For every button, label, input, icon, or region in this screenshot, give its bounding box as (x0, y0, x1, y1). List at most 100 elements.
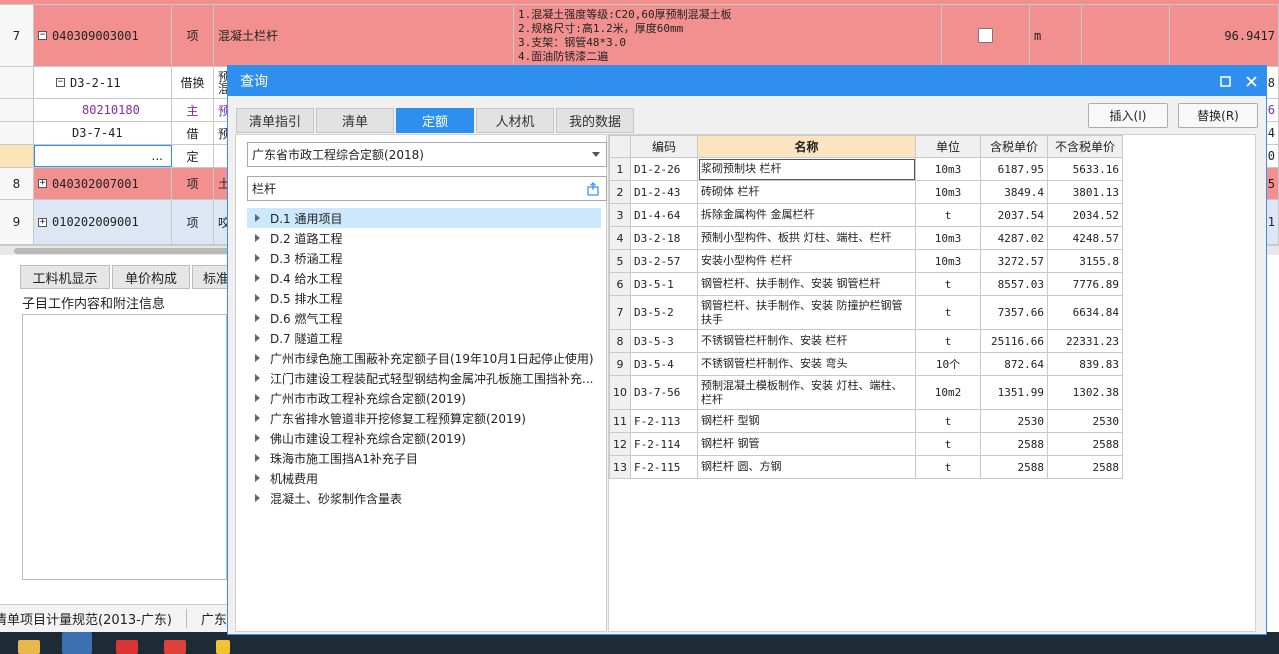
tree-item[interactable]: 混凝土、砂浆制作含量表 (247, 488, 601, 508)
cell-unit[interactable]: t (915, 329, 981, 353)
cell-name[interactable]: 砖砌体 栏杆 (697, 180, 916, 204)
row-code[interactable]: 80210180 (34, 99, 172, 121)
tree-item[interactable]: 江门市建设工程装配式轻型钢结构金属冲孔板施工围挡补充... (247, 368, 601, 388)
cell-notax-price[interactable]: 4248.57 (1047, 226, 1123, 250)
tab-price-composition[interactable]: 单价构成 (112, 265, 190, 289)
cell-unit[interactable]: 10m3 (915, 157, 981, 181)
expand-arrow-icon[interactable] (255, 334, 260, 342)
cell-tax-price[interactable]: 4287.02 (980, 226, 1048, 250)
expand-icon[interactable]: + (38, 217, 47, 227)
cell-name[interactable]: 预制小型构件、板拱 灯柱、端柱、栏杆 (697, 226, 916, 250)
cell-code[interactable]: D3-2-18 (630, 226, 698, 250)
collapse-icon[interactable]: − (38, 31, 47, 40)
tree-item[interactable]: 广州市市政工程补充综合定额(2019) (247, 388, 601, 408)
tab-my-data[interactable]: 我的数据 (556, 108, 634, 133)
row-checkbox[interactable] (978, 28, 993, 43)
cell-code[interactable]: D1-4-64 (630, 203, 698, 227)
cell-name[interactable]: 不锈钢管栏杆制作、安装 弯头 (697, 352, 916, 376)
table-row[interactable]: 13 F-2-115 钢栏杆 圆、方钢 t 2588 2588 (609, 455, 1123, 479)
tree-item[interactable]: 佛山市建设工程补充综合定额(2019) (247, 428, 601, 448)
code-input[interactable]: ... (34, 145, 172, 167)
cell-notax-price[interactable]: 2588 (1047, 455, 1123, 479)
library-select[interactable]: 广东省市政工程综合定额(2018) (247, 142, 607, 167)
cell-name[interactable]: 预制混凝土模板制作、安装 灯柱、端柱、栏杆 (697, 375, 916, 410)
table-row[interactable]: 3 D1-4-64 拆除金属构件 金属栏杆 t 2037.54 2034.52 (609, 203, 1123, 227)
cell-notax-price[interactable]: 2588 (1047, 432, 1123, 456)
expand-arrow-icon[interactable] (255, 454, 260, 462)
cell-tax-price[interactable]: 3272.57 (980, 249, 1048, 273)
table-row[interactable]: 9 D3-5-4 不锈钢管栏杆制作、安装 弯头 10个 872.64 839.83 (609, 352, 1123, 376)
table-row[interactable]: 5 D3-2-57 安装小型构件 栏杆 10m3 3272.57 3155.8 (609, 249, 1123, 273)
app-work-icon[interactable] (164, 640, 186, 654)
cell-notax-price[interactable]: 22331.23 (1047, 329, 1123, 353)
close-button[interactable] (1238, 66, 1264, 96)
cell-unit[interactable]: 10个 (915, 352, 981, 376)
cell-unit[interactable]: t (915, 272, 981, 296)
expand-icon[interactable]: + (38, 179, 47, 188)
replace-button[interactable]: 替换(R) (1178, 103, 1258, 128)
table-row[interactable]: 12 F-2-114 钢栏杆 钢管 t 2588 2588 (609, 432, 1123, 456)
expand-arrow-icon[interactable] (255, 434, 260, 442)
cell-unit[interactable]: t (915, 203, 981, 227)
cell-name[interactable]: 拆除金属构件 金属栏杆 (697, 203, 916, 227)
table-row[interactable]: 11 F-2-113 钢栏杆 型钢 t 2530 2530 (609, 409, 1123, 433)
expand-arrow-icon[interactable] (255, 254, 260, 262)
table-row[interactable]: 7 −040309003001 项 混凝土栏杆 1.混凝土强度等级:C20,60… (0, 5, 1279, 67)
cell-name[interactable]: 钢栏杆 钢管 (697, 432, 916, 456)
tree-item[interactable]: D.5 排水工程 (247, 288, 601, 308)
cell-code[interactable]: D1-2-26 (630, 157, 698, 181)
cell-notax-price[interactable]: 839.83 (1047, 352, 1123, 376)
tab-materials[interactable]: 工料机显示 (20, 265, 110, 289)
table-row[interactable]: 7 D3-5-2 钢管栏杆、扶手制作、安装 防撞护栏钢管扶手 t 7357.66 6634… (609, 295, 1123, 330)
cell-code[interactable]: D3-5-2 (630, 295, 698, 330)
cell-notax-price[interactable]: 2530 (1047, 409, 1123, 433)
cell-tax-price[interactable]: 8557.03 (980, 272, 1048, 296)
col-unit-header[interactable]: 单位 (915, 135, 981, 158)
cell-name[interactable]: 钢栏杆 圆、方钢 (697, 455, 916, 479)
cell-tax-price[interactable]: 2588 (980, 455, 1048, 479)
table-row[interactable]: 10 D3-7-56 预制混凝土模板制作、安装 灯柱、端柱、栏杆 10m2 1351.9… (609, 375, 1123, 410)
search-input[interactable]: 栏杆 (247, 176, 607, 201)
cell-code[interactable]: F-2-113 (630, 409, 698, 433)
cell-code[interactable]: D3-5-1 (630, 272, 698, 296)
expand-arrow-icon[interactable] (255, 214, 260, 222)
expand-arrow-icon[interactable] (255, 234, 260, 242)
cell-name[interactable]: 安装小型构件 栏杆 (697, 249, 916, 273)
cell-name[interactable]: 不锈钢管栏杆制作、安装 栏杆 (697, 329, 916, 353)
expand-arrow-icon[interactable] (255, 494, 260, 502)
cell-notax-price[interactable]: 5633.16 (1047, 157, 1123, 181)
col-notax-price-header[interactable]: 不含税单价 (1047, 135, 1123, 158)
expand-arrow-icon[interactable] (255, 474, 260, 482)
tab-bill[interactable]: 清单 (316, 108, 394, 133)
cell-unit[interactable]: t (915, 409, 981, 433)
insert-button[interactable]: 插入(I) (1088, 103, 1168, 128)
cell-name[interactable]: 钢管栏杆、扶手制作、安装 钢管栏杆 (697, 272, 916, 296)
cell-code[interactable]: D3-5-4 (630, 352, 698, 376)
tree-item[interactable]: 广东省排水管道非开挖修复工程预算定额(2019) (247, 408, 601, 428)
search-icon[interactable] (586, 182, 600, 196)
cell-code[interactable]: D3-2-57 (630, 249, 698, 273)
cell-tax-price[interactable]: 2530 (980, 409, 1048, 433)
subitem-info-textarea[interactable] (22, 314, 227, 580)
tree-item[interactable]: D.3 桥涵工程 (247, 248, 601, 268)
cell-unit[interactable]: 10m3 (915, 226, 981, 250)
cell-tax-price[interactable]: 6187.95 (980, 157, 1048, 181)
cell-tax-price[interactable]: 3849.4 (980, 180, 1048, 204)
row-code[interactable]: − D3-2-11 (34, 67, 172, 98)
maximize-button[interactable] (1212, 66, 1238, 96)
dialog-titlebar[interactable]: 查询 (228, 66, 1266, 96)
table-row[interactable]: 6 D3-5-1 钢管栏杆、扶手制作、安装 钢管栏杆 t 8557.03 7776.89 (609, 272, 1123, 296)
tree-item[interactable]: D.1 通用项目 (247, 208, 601, 228)
cell-unit[interactable]: 10m3 (915, 249, 981, 273)
cell-code[interactable]: D1-2-43 (630, 180, 698, 204)
cell-tax-price[interactable]: 2588 (980, 432, 1048, 456)
row-code[interactable]: −040309003001 (34, 5, 172, 66)
cell-notax-price[interactable]: 3155.8 (1047, 249, 1123, 273)
expand-arrow-icon[interactable] (255, 294, 260, 302)
cell-notax-price[interactable]: 3801.13 (1047, 180, 1123, 204)
collapse-icon[interactable]: − (56, 78, 65, 87)
cell-unit[interactable]: t (915, 295, 981, 330)
col-name-header[interactable]: 名称 (697, 135, 916, 158)
cell-tax-price[interactable]: 2037.54 (980, 203, 1048, 227)
tree-item[interactable]: D.7 隧道工程 (247, 328, 601, 348)
